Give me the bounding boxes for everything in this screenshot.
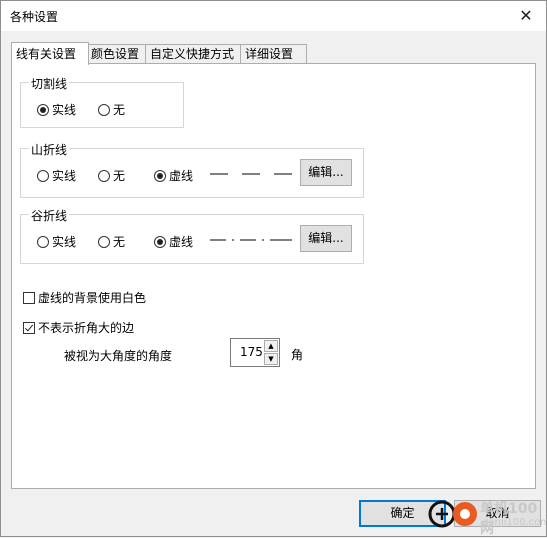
mountain-solid-radio[interactable]: 实线 [37,167,76,184]
radio-label: 实线 [52,169,77,183]
angle-unit: 角 [291,348,304,362]
tab-color-settings[interactable]: 颜色设置 [86,44,148,64]
checkbox-checked-icon [23,321,35,334]
radio-label: 虚线 [169,169,194,183]
tab-panel: 切割线 实线 无 山折线 实线 无 虚线 编辑... 谷折线 实线 无 虚线 编… [11,63,536,489]
dashed-white-bg-checkbox[interactable]: 虚线的背景使用白色 [23,289,146,306]
tab-custom-shortcuts[interactable]: 自定义快捷方式 [145,44,243,64]
mountain-dashed-radio[interactable]: 虚线 [154,167,193,184]
spin-down-arrow-icon[interactable]: ▼ [264,353,278,365]
mountain-none-radio[interactable]: 无 [98,167,125,184]
mountain-edit-button[interactable]: 编辑... [300,159,352,186]
radio-label: 无 [113,103,126,117]
radio-selected-icon [154,235,166,248]
dialog-title: 各种设置 [10,10,59,24]
valley-fold-title: 谷折线 [29,207,70,224]
close-icon[interactable]: ✕ [512,3,540,29]
cut-line-solid-radio[interactable]: 实线 [37,101,76,118]
watermark-logo: 单机100网 danji100.com [397,492,547,537]
title-bar: 各种设置 ✕ [1,1,546,31]
radio-unselected-icon [37,235,49,248]
radio-label: 实线 [52,235,77,249]
angle-label: 被视为大角度的角度 [64,349,173,363]
tab-line-settings[interactable]: 线有关设置 [11,42,89,65]
watermark-url: danji100.com [482,517,547,528]
valley-dashed-radio[interactable]: 虚线 [154,233,193,250]
angle-value[interactable]: 175 [240,345,263,359]
radio-unselected-icon [98,235,110,248]
checkbox-label: 不表示折角大的边 [38,321,135,335]
mountain-fold-title: 山折线 [29,141,70,158]
cut-line-title: 切割线 [29,75,70,92]
spin-up-arrow-icon[interactable]: ▲ [264,340,278,352]
radio-unselected-icon [98,103,110,116]
cut-line-none-radio[interactable]: 无 [98,101,125,118]
valley-edit-button[interactable]: 编辑... [300,225,352,252]
tab-detail-settings[interactable]: 详细设置 [240,44,307,64]
angle-spinner[interactable]: 175 ▲ ▼ [230,338,280,367]
valley-none-radio[interactable]: 无 [98,233,125,250]
radio-unselected-icon [98,169,110,182]
radio-unselected-icon [37,169,49,182]
hide-large-angle-checkbox[interactable]: 不表示折角大的边 [23,319,134,336]
valley-solid-radio[interactable]: 实线 [37,233,76,250]
radio-label: 虚线 [169,235,194,249]
checkbox-label: 虚线的背景使用白色 [38,291,147,305]
dashed-line-preview [210,173,292,175]
radio-label: 无 [113,235,126,249]
dash-dot-line-preview [210,239,292,241]
settings-dialog: 各种设置 ✕ 线有关设置 颜色设置 自定义快捷方式 详细设置 切割线 实线 无 … [0,0,547,537]
radio-label: 实线 [52,103,77,117]
radio-selected-icon [37,103,49,116]
radio-selected-icon [154,169,166,182]
checkbox-unchecked-icon [23,291,35,304]
radio-label: 无 [113,169,126,183]
